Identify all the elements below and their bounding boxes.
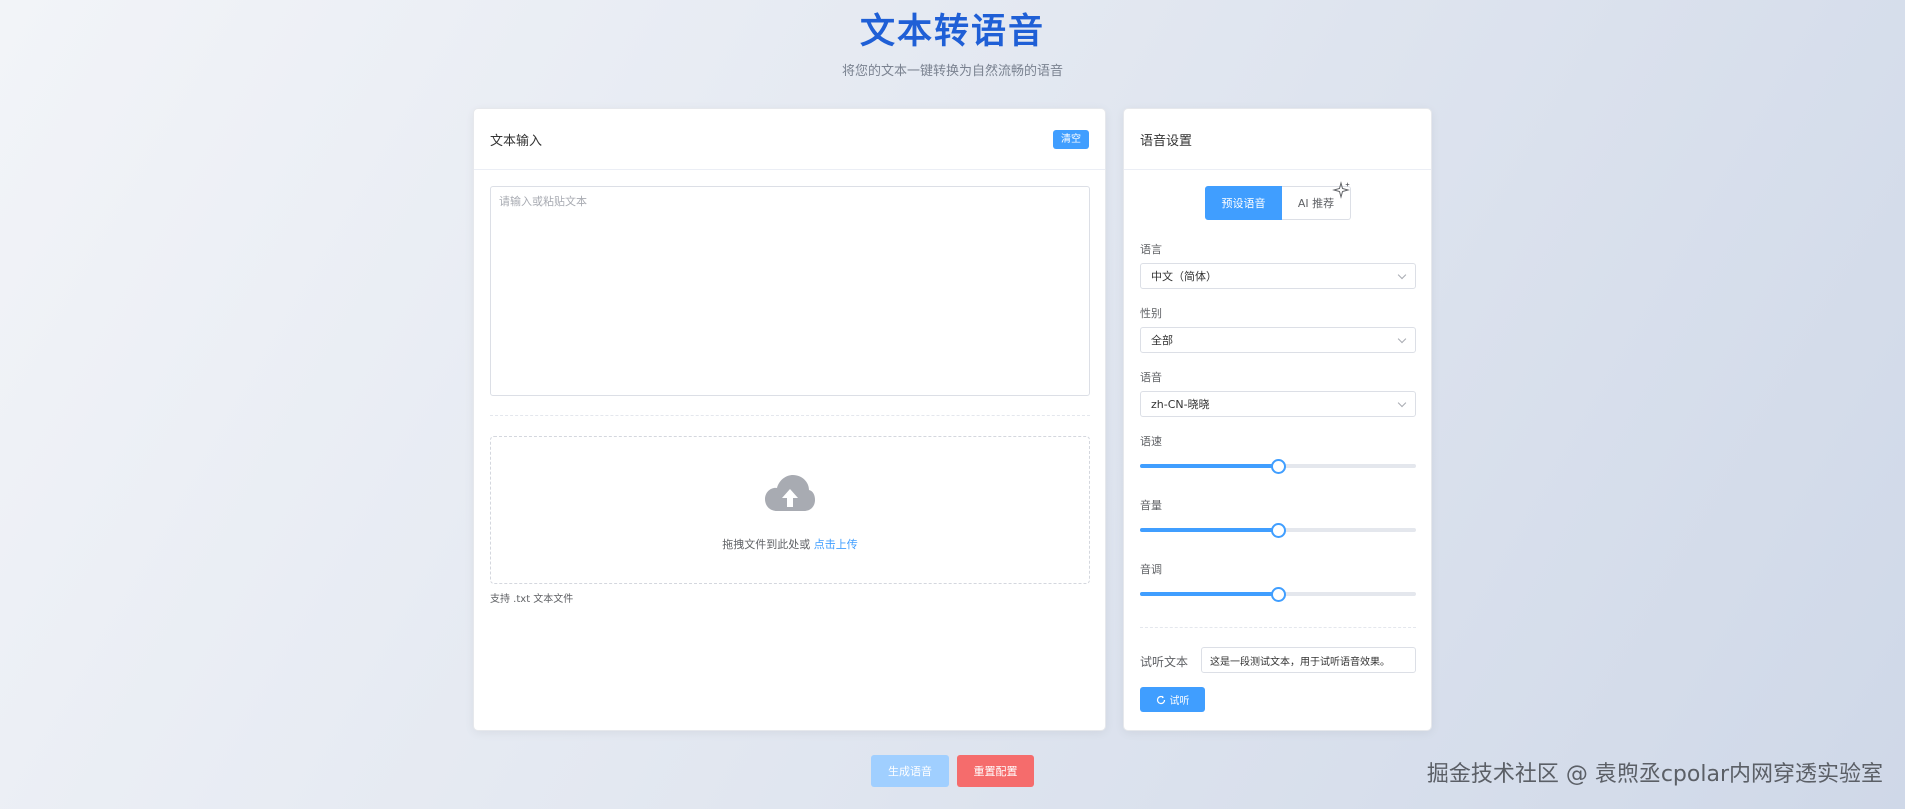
volume-slider[interactable] <box>1140 523 1416 538</box>
listen-button[interactable]: 试听 <box>1140 687 1205 712</box>
file-upload-dropzone[interactable]: 拖拽文件到此处或 点击上传 <box>490 436 1090 584</box>
pitch-label: 音调 <box>1140 563 1162 576</box>
slider-thumb[interactable] <box>1271 459 1286 474</box>
refresh-icon <box>1156 695 1165 704</box>
section-divider <box>490 415 1090 416</box>
rate-slider[interactable] <box>1140 459 1416 474</box>
language-select[interactable]: 中文（简体） <box>1140 263 1416 289</box>
text-input-card-header: 文本输入 清空 <box>474 109 1105 170</box>
tab-ai-recommend[interactable]: AI 推荐 <box>1282 181 1351 220</box>
voice-mode-tabs: 预设语音 AI 推荐 <box>1205 181 1351 220</box>
page-title: 文本转语音 <box>859 12 1045 52</box>
upload-text: 拖拽文件到此处或 点击上传 <box>491 536 1089 552</box>
slider-fill <box>1140 528 1278 532</box>
language-label: 语言 <box>1140 243 1162 256</box>
upload-prompt: 拖拽文件到此处或 <box>722 538 811 551</box>
voice-settings-card-header: 语音设置 <box>1124 109 1431 170</box>
cloud-upload-icon <box>765 475 815 511</box>
preview-text-input[interactable]: 这是一段测试文本，用于试听语音效果。 <box>1201 647 1416 673</box>
clear-button[interactable]: 清空 <box>1053 129 1089 149</box>
preview-text-label: 试听文本 <box>1140 655 1189 669</box>
language-value: 中文（简体） <box>1151 270 1217 283</box>
text-input-card: 文本输入 清空 拖拽文件到此处或 点击上传 支持 .txt 文本文件 <box>473 108 1106 731</box>
slider-thumb[interactable] <box>1271 523 1286 538</box>
gender-select[interactable]: 全部 <box>1140 327 1416 353</box>
chevron-down-icon <box>1397 270 1407 279</box>
voice-value: zh-CN-晓晓 <box>1151 398 1210 411</box>
gender-label: 性别 <box>1140 307 1162 320</box>
voice-settings-title: 语音设置 <box>1140 133 1193 149</box>
slider-fill <box>1140 592 1278 596</box>
upload-tip: 支持 .txt 文本文件 <box>490 594 574 605</box>
sparkle-icon <box>1332 181 1350 199</box>
chevron-down-icon <box>1397 398 1407 407</box>
listen-button-label: 试听 <box>1169 696 1190 707</box>
upload-link[interactable]: 点击上传 <box>814 538 858 551</box>
text-input-textarea[interactable] <box>490 186 1090 396</box>
reset-config-button[interactable]: 重置配置 <box>957 755 1034 787</box>
tab-preset-voice[interactable]: 预设语音 <box>1205 186 1282 220</box>
text-input-title: 文本输入 <box>490 133 543 149</box>
voice-select[interactable]: zh-CN-晓晓 <box>1140 391 1416 417</box>
volume-label: 音量 <box>1140 499 1162 512</box>
slider-fill <box>1140 464 1278 468</box>
gender-value: 全部 <box>1151 334 1173 347</box>
pitch-slider[interactable] <box>1140 587 1416 602</box>
watermark-text: 掘金技术社区 @ 袁煦丞cpolar内网穿透实验室 <box>1426 762 1883 787</box>
page-subtitle: 将您的文本一键转换为自然流畅的语音 <box>841 64 1063 79</box>
tab-ai-recommend-label: AI 推荐 <box>1297 197 1335 210</box>
voice-label: 语音 <box>1140 371 1162 384</box>
generate-voice-button[interactable]: 生成语音 <box>871 755 949 787</box>
section-divider <box>1140 627 1416 628</box>
rate-label: 语速 <box>1140 435 1162 448</box>
voice-settings-card: 语音设置 预设语音 AI 推荐 语言 中文（简体） 性别 全部 语音 zh-CN… <box>1123 108 1432 731</box>
chevron-down-icon <box>1397 334 1407 343</box>
slider-thumb[interactable] <box>1271 587 1286 602</box>
page-header: 文本转语音 将您的文本一键转换为自然流畅的语音 <box>0 10 1905 79</box>
